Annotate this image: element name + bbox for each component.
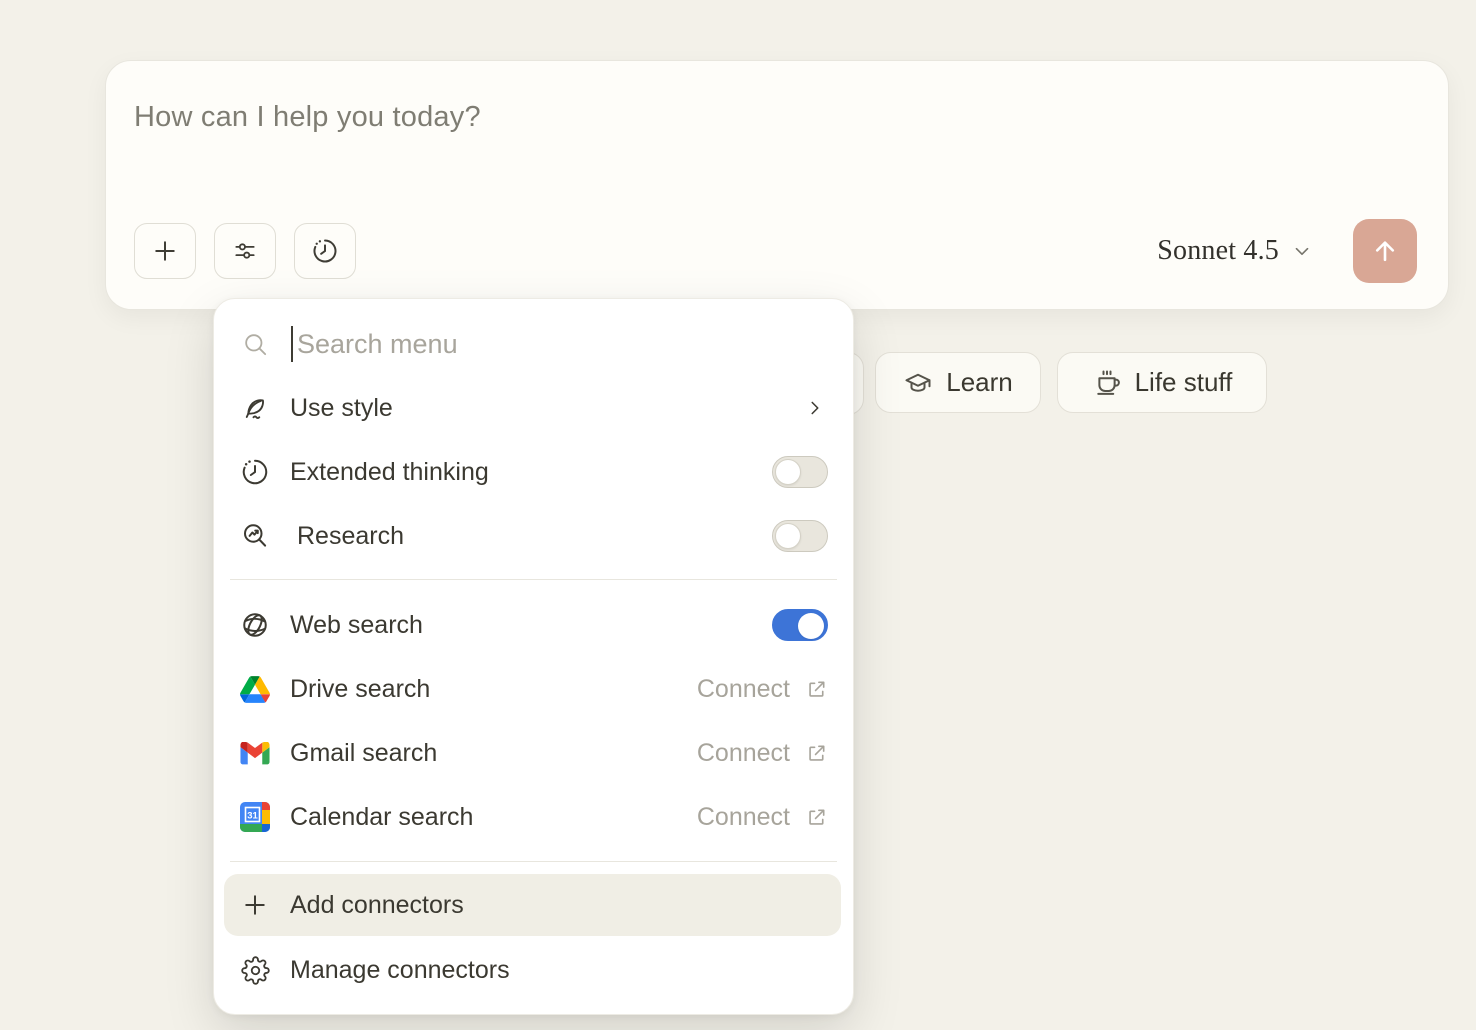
claude-home-screen: How can I help you today? Sonnet 4.5	[0, 0, 1476, 1030]
chevron-right-icon	[804, 397, 826, 419]
gmail-search-label: Gmail search	[290, 739, 437, 768]
menu-item-research[interactable]: Research	[214, 504, 853, 568]
external-link-icon[interactable]	[805, 678, 828, 701]
menu-item-gmail-search[interactable]: Gmail search Connect	[214, 721, 853, 785]
extended-thinking-label: Extended thinking	[290, 458, 489, 487]
menu-item-calendar-search[interactable]: 31 Calendar search Connect	[214, 785, 853, 849]
menu-item-web-search[interactable]: Web search	[214, 593, 853, 657]
globe-icon	[240, 610, 270, 640]
svg-text:31: 31	[247, 811, 258, 822]
external-link-icon[interactable]	[805, 742, 828, 765]
tools-menu-button[interactable]	[214, 223, 276, 279]
drive-search-label: Drive search	[290, 675, 430, 704]
menu-item-extended-thinking[interactable]: Extended thinking	[214, 440, 853, 504]
clock-dashed-icon	[240, 457, 270, 487]
extended-thinking-button[interactable]	[294, 223, 356, 279]
google-drive-icon	[240, 674, 270, 704]
menu-item-drive-search[interactable]: Drive search Connect	[214, 657, 853, 721]
magnifier-trend-icon	[240, 521, 270, 551]
gmail-connect-link[interactable]: Connect	[697, 739, 790, 768]
menu-item-use-style[interactable]: Use style	[214, 376, 853, 440]
plus-icon	[151, 237, 179, 265]
composer-input[interactable]: How can I help you today?	[134, 101, 481, 134]
menu-item-manage-connectors[interactable]: Manage connectors	[214, 938, 853, 1002]
graduation-cap-icon	[903, 368, 933, 398]
manage-connectors-label: Manage connectors	[290, 956, 510, 985]
learn-button[interactable]: Learn	[875, 352, 1041, 413]
web-search-label: Web search	[290, 611, 423, 640]
gmail-icon	[240, 738, 270, 768]
sliders-icon	[232, 238, 258, 264]
research-toggle[interactable]	[772, 520, 828, 552]
menu-search-placeholder: Search menu	[297, 329, 458, 360]
external-link-icon[interactable]	[805, 806, 828, 829]
composer-toolbar	[134, 223, 356, 279]
gear-icon	[240, 955, 270, 985]
model-label: Sonnet 4.5	[1157, 235, 1279, 267]
search-icon	[242, 331, 269, 358]
calendar-connect-link[interactable]: Connect	[697, 803, 790, 832]
google-calendar-icon: 31	[240, 802, 270, 832]
extended-thinking-toggle[interactable]	[772, 456, 828, 488]
text-caret	[291, 326, 293, 362]
learn-label: Learn	[946, 367, 1013, 398]
clock-dashed-icon	[311, 237, 339, 265]
web-search-toggle[interactable]	[772, 609, 828, 641]
life-stuff-label: Life stuff	[1135, 367, 1233, 398]
attach-button[interactable]	[134, 223, 196, 279]
composer-card: How can I help you today? Sonnet 4.5	[105, 60, 1449, 310]
model-selector[interactable]: Sonnet 4.5	[1157, 219, 1313, 283]
plus-icon	[240, 890, 270, 920]
menu-search-field[interactable]: Search menu	[214, 317, 853, 371]
send-button[interactable]	[1353, 219, 1417, 283]
menu-divider	[230, 861, 837, 862]
add-connectors-label: Add connectors	[290, 891, 464, 920]
research-label: Research	[297, 522, 404, 551]
chevron-down-icon	[1291, 240, 1313, 262]
tools-menu: Search menu Use style Extended thinking	[213, 298, 854, 1015]
use-style-label: Use style	[290, 394, 393, 423]
drive-connect-link[interactable]: Connect	[697, 675, 790, 704]
life-stuff-button[interactable]: Life stuff	[1057, 352, 1267, 413]
arrow-up-icon	[1370, 236, 1400, 266]
menu-divider	[230, 579, 837, 580]
feather-icon	[240, 393, 270, 423]
calendar-search-label: Calendar search	[290, 803, 473, 832]
menu-item-add-connectors[interactable]: Add connectors	[224, 874, 841, 936]
coffee-cup-icon	[1092, 368, 1122, 398]
